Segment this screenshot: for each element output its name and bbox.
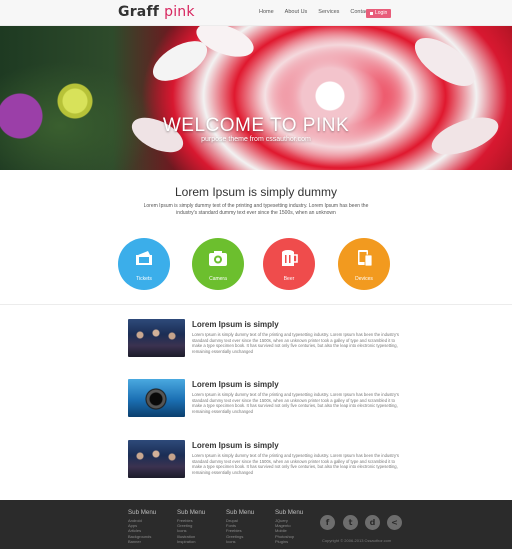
dribbble-icon[interactable]: d [365,515,380,530]
feature-beer[interactable]: Beer [263,238,315,290]
devices-icon [358,250,373,266]
logo-main-text: Graff [118,4,160,20]
logo-accent-text: pink [164,4,195,20]
intro-heading: Lorem Ipsum is simply dummy [174,185,338,199]
twitter-icon[interactable]: t [343,515,358,530]
footer-column-heading: Sub Menu [226,509,255,516]
feature-label: Camera [209,276,227,282]
feature-label: Beer [283,276,295,282]
footer-column: Sub Menu Android Apps Articles Backgroun… [128,509,156,544]
login-label: Login [375,10,388,16]
article-thumbnail[interactable] [128,440,185,478]
article-text: Lorem Ipsum is simply dummy text of the … [192,392,399,414]
hero-banner: WELCOME TO PINK purpose theme from cssau… [0,26,512,170]
feature-camera[interactable]: Camera [192,238,244,290]
article-text: Lorem Ipsum is simply dummy text of the … [192,453,399,475]
camera-icon [209,251,227,266]
footer-column: Sub Menu Drupal Fonts Freebies Greetings… [226,509,254,544]
article-item: Lorem Ipsum is simply Lorem Ipsum is sim… [128,319,408,363]
hero-subtitle: purpose theme from cssauthor.com [201,136,311,143]
article-item: Lorem Ipsum is simply Lorem Ipsum is sim… [128,440,408,484]
article-thumbnail[interactable] [128,379,185,417]
nav-link-services[interactable]: Services [318,9,339,15]
share-icon[interactable]: < [387,515,402,530]
footer-column: Sub Menu JQuery Magento Mobile Photoshop… [275,509,303,544]
article-text: Lorem Ipsum is simply dummy text of the … [192,332,399,354]
footer-link[interactable]: Banner [128,539,156,544]
facebook-icon[interactable]: f [320,515,335,530]
hero-title: WELCOME TO PINK [162,115,350,136]
footer-column-heading: Sub Menu [128,509,157,516]
article-item: Lorem Ipsum is simply Lorem Ipsum is sim… [128,379,408,423]
site-logo[interactable]: Graff pink [118,4,195,20]
nav-link-about[interactable]: About Us [285,9,308,15]
article-thumbnail[interactable] [128,319,185,357]
feature-label: Devices [355,276,373,282]
article-title[interactable]: Lorem Ipsum is simply [192,380,279,389]
ticket-icon [136,251,152,265]
nav-link-home[interactable]: Home [259,9,274,15]
feature-devices[interactable]: Devices [338,238,390,290]
footer-link[interactable]: Plugins [275,539,303,544]
section-divider [0,304,512,305]
footer-column: Sub Menu Freebies Greeting Icons Illustr… [177,509,205,544]
main-nav: Home About Us Services Contact [259,9,380,15]
footer-column-heading: Sub Menu [177,509,206,516]
footer-column-heading: Sub Menu [275,509,304,516]
beer-mug-icon [282,250,298,266]
feature-tickets[interactable]: Tickets [118,238,170,290]
article-title[interactable]: Lorem Ipsum is simply [192,320,279,329]
site-header: Graff pink Home About Us Services Contac… [0,0,512,26]
feature-label: Tickets [136,276,152,282]
copyright-text: Copyright © 2006-2013 Cssauthor.com [322,538,392,543]
intro-paragraph: Lorem Ipsum is simply dummy text of the … [143,203,369,216]
login-button[interactable]: Login [366,9,392,18]
footer-link[interactable]: Icons [226,539,254,544]
lock-icon [370,12,373,15]
article-title[interactable]: Lorem Ipsum is simply [192,441,279,450]
site-footer: Sub Menu Android Apps Articles Backgroun… [0,500,512,549]
footer-link[interactable]: Inspiration [177,539,205,544]
flower-petal [407,28,483,96]
